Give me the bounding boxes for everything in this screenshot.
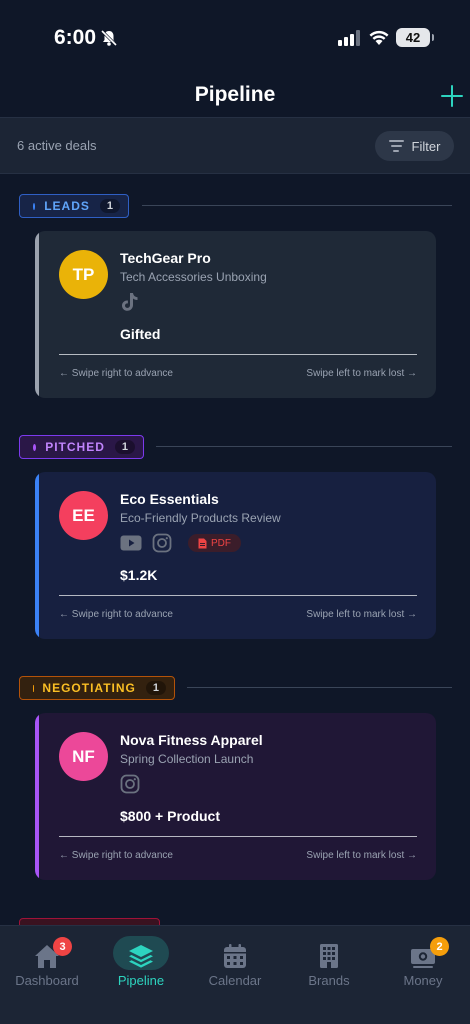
tab-calendar[interactable]: Calendar: [188, 926, 282, 1001]
stage-divider: [142, 205, 452, 206]
platform-icons: PDF: [120, 532, 241, 554]
swipe-lost-hint: Swipe left to mark lost →: [306, 368, 417, 379]
page-title: Pipeline: [194, 83, 276, 106]
filter-button[interactable]: Filter: [375, 131, 454, 161]
pdf-label: PDF: [211, 537, 231, 549]
avatar: EE: [59, 491, 108, 540]
cellular-signal-icon: [338, 30, 360, 46]
brand-name: TechGear Pro: [120, 250, 211, 266]
instagram-icon: [152, 533, 172, 553]
stage-divider: [187, 687, 452, 688]
deal-card[interactable]: EE Eco Essentials Eco-Friendly Products …: [35, 472, 436, 639]
deal-value: Gifted: [120, 326, 161, 342]
filter-icon: [388, 140, 404, 152]
stage-dot: [33, 202, 36, 210]
stage-label: NEGOTIATING: [42, 681, 136, 695]
deal-card[interactable]: TP TechGear Pro Tech Accessories Unboxin…: [35, 231, 436, 398]
stage-count: 1: [114, 440, 135, 454]
bell-off-icon: [100, 29, 118, 47]
calendar-icon: [224, 944, 246, 968]
stage-pill-pitched[interactable]: PITCHED 1: [19, 435, 144, 459]
deal-value: $1.2K: [120, 567, 158, 583]
notification-badge: 3: [53, 937, 72, 956]
swipe-advance-hint: ← Swipe right to advance: [59, 850, 173, 861]
pipeline-list[interactable]: LEADS 1 TP TechGear Pro Tech Accessories…: [0, 175, 470, 925]
stage-dot: [33, 443, 37, 451]
card-divider: [59, 595, 417, 596]
wifi-icon: [369, 30, 389, 45]
campaign-name: Eco-Friendly Products Review: [120, 511, 281, 525]
stage-section-leads: LEADS 1 TP TechGear Pro Tech Accessories…: [0, 194, 470, 398]
status-bar: 6:00 42: [0, 0, 470, 78]
tiktok-icon: [122, 293, 138, 311]
tab-label: Brands: [308, 973, 350, 988]
card-accent: [35, 713, 39, 880]
avatar: TP: [59, 250, 108, 299]
add-deal-button[interactable]: [438, 82, 466, 110]
battery-indicator: 42: [396, 28, 434, 47]
tab-bar: 3 Dashboard Pipeline Calendar Brands 2 M…: [0, 925, 470, 1024]
campaign-name: Tech Accessories Unboxing: [120, 270, 267, 284]
platform-icons: [120, 773, 140, 795]
stage-section-pitched: PITCHED 1 EE Eco Essentials Eco-Friendly…: [0, 435, 470, 639]
tab-pipeline[interactable]: Pipeline: [94, 926, 188, 1001]
pipeline-summary-bar: 6 active deals Filter: [0, 118, 470, 174]
tab-brands[interactable]: Brands: [282, 926, 376, 1001]
stage-pill-negotiating[interactable]: NEGOTIATING 1: [19, 676, 175, 700]
deal-value: $800 + Product: [120, 808, 220, 824]
brand-name: Nova Fitness Apparel: [120, 732, 263, 748]
avatar: NF: [59, 732, 108, 781]
building-icon: [320, 944, 338, 968]
card-divider: [59, 354, 417, 355]
card-divider: [59, 836, 417, 837]
card-accent: [35, 231, 39, 398]
status-time: 6:00: [54, 26, 97, 49]
tab-label: Dashboard: [15, 973, 79, 988]
tab-money[interactable]: 2 Money: [376, 926, 470, 1001]
filter-label: Filter: [411, 138, 441, 154]
platform-icons: [120, 291, 140, 313]
stage-count: 1: [145, 681, 166, 695]
stage-section-negotiating: NEGOTIATING 1 NF Nova Fitness Apparel Sp…: [0, 676, 470, 880]
stage-label: LEADS: [44, 199, 90, 213]
card-accent: [35, 472, 39, 639]
stage-label: PITCHED: [45, 440, 105, 454]
tab-dashboard[interactable]: 3 Dashboard: [0, 926, 94, 1001]
tab-label: Money: [403, 973, 443, 988]
active-deal-count: 6 active deals: [17, 138, 97, 153]
notification-badge: 2: [430, 937, 449, 956]
stage-pill-leads[interactable]: LEADS 1: [19, 194, 129, 218]
youtube-icon: [120, 535, 142, 551]
stage-pill-next[interactable]: [19, 918, 160, 925]
swipe-advance-hint: ← Swipe right to advance: [59, 609, 173, 620]
document-icon: [198, 538, 207, 548]
tab-label: Calendar: [208, 973, 262, 988]
tab-label: Pipeline: [117, 973, 165, 988]
swipe-lost-hint: Swipe left to mark lost →: [306, 850, 417, 861]
instagram-icon: [120, 774, 140, 794]
brand-name: Eco Essentials: [120, 491, 219, 507]
deal-card[interactable]: NF Nova Fitness Apparel Spring Collectio…: [35, 713, 436, 880]
app-header: Pipeline: [0, 78, 470, 118]
swipe-lost-hint: Swipe left to mark lost →: [306, 609, 417, 620]
pdf-attachment-badge[interactable]: PDF: [188, 534, 241, 552]
campaign-name: Spring Collection Launch: [120, 752, 254, 766]
stage-divider: [156, 446, 452, 447]
layers-icon: [129, 945, 153, 968]
stage-count: 1: [99, 199, 120, 213]
swipe-advance-hint: ← Swipe right to advance: [59, 368, 173, 379]
